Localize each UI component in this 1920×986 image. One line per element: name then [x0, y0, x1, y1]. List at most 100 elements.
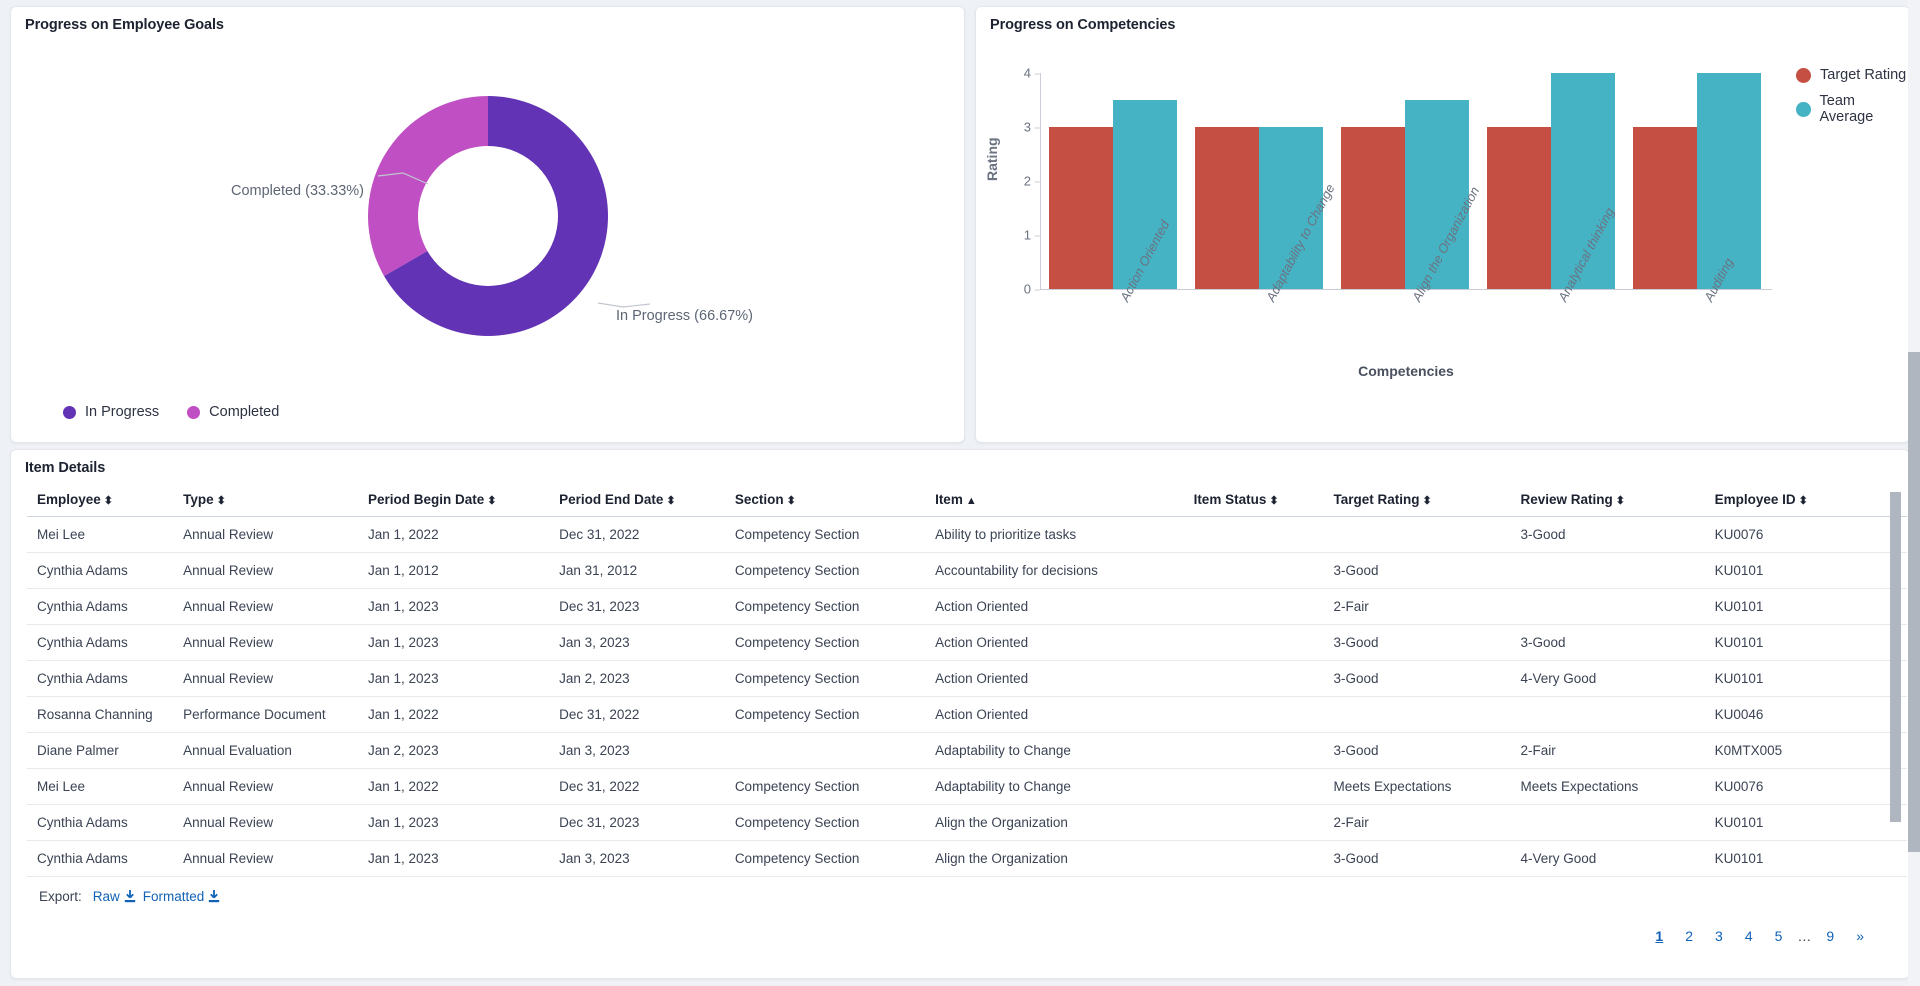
bar-team-average[interactable]	[1696, 73, 1762, 289]
export-raw-link[interactable]: Raw	[93, 889, 136, 904]
table-cell-type: Annual Review	[173, 588, 359, 625]
table-header-employee-id[interactable]: Employee ID ⬍	[1704, 484, 1907, 517]
pagination-page-2[interactable]: 2	[1674, 926, 1704, 946]
donut-slice-completed[interactable]	[367, 96, 488, 276]
table-cell-period-begin-date: Jan 1, 2023	[358, 660, 550, 697]
employee-goals-donut-chart[interactable]	[278, 51, 698, 381]
legend-dot-icon	[187, 405, 201, 419]
table-cell-review-rating: 3-Good	[1510, 624, 1705, 661]
table-cell-item: Align the Organization	[925, 840, 1184, 877]
sort-both-icon[interactable]: ⬍	[217, 495, 226, 507]
table-cell-period-end-date: Jan 31, 2012	[549, 552, 725, 589]
table-row[interactable]: Mei Lee Annual Review Jan 1, 2022 Dec 31, 2…	[27, 516, 1907, 553]
table-header-item-status[interactable]: Item Status ⬍	[1183, 484, 1324, 517]
table-row[interactable]: Cynthia Adams Annual Review Jan 1, 2023 Jan…	[27, 624, 1907, 661]
goals-card-title: Progress on Employee Goals	[25, 17, 224, 33]
table-header-section[interactable]: Section ⬍	[724, 484, 926, 517]
sort-both-icon[interactable]: ⬍	[1616, 495, 1625, 507]
legend-item-team-average[interactable]: Team Average	[1796, 93, 1909, 125]
legend-label: In Progress	[85, 404, 160, 420]
item-details-card: Item Details Employee ⬍ Type ⬍ Period Begin …	[10, 449, 1910, 979]
table-cell-period-end-date: Jan 3, 2023	[549, 840, 725, 877]
sort-both-icon[interactable]: ⬍	[787, 495, 796, 507]
table-cell-type: Annual Review	[173, 624, 359, 661]
export-formatted-link[interactable]: Formatted	[143, 889, 221, 904]
sort-both-icon[interactable]: ⬍	[1423, 495, 1432, 507]
table-cell-section: Competency Section	[724, 516, 926, 553]
table-row[interactable]: Cynthia Adams Annual Review Jan 1, 2023 Dec…	[27, 588, 1907, 625]
sort-both-icon[interactable]: ⬍	[1269, 495, 1278, 507]
sort-both-icon[interactable]: ⬍	[666, 495, 675, 507]
pagination-page-1[interactable]: 1	[1644, 926, 1674, 946]
legend-item-in-progress[interactable]: In Progress	[63, 404, 159, 420]
sort-both-icon[interactable]: ⬍	[104, 495, 113, 507]
table-cell-employee: Rosanna Channing	[27, 696, 174, 733]
sort-ascending-icon[interactable]: ▲	[966, 495, 977, 507]
table-header-type[interactable]: Type ⬍	[173, 484, 359, 517]
table-cell-item: Adaptability to Change	[925, 732, 1184, 769]
table-header-review-rating[interactable]: Review Rating ⬍	[1510, 484, 1705, 517]
table-row[interactable]: Diane Palmer Annual Evaluation Jan 2, 2023…	[27, 732, 1907, 769]
table-cell-target-rating: 2-Fair	[1323, 588, 1511, 625]
table-cell-type: Annual Review	[173, 768, 359, 805]
pagination-page-5[interactable]: 5	[1764, 926, 1794, 946]
table-cell-employee-id: KU0101	[1704, 660, 1907, 697]
sort-both-icon[interactable]: ⬍	[1799, 495, 1808, 507]
pagination-next-button[interactable]: »	[1845, 926, 1875, 946]
item-details-table-scroll[interactable]: Employee ⬍ Type ⬍ Period Begin Date ⬍ Period E…	[11, 484, 1909, 884]
table-header-period-end-date[interactable]: Period End Date ⬍	[549, 484, 725, 517]
bar-target-rating[interactable]	[1194, 127, 1259, 289]
table-cell-item-status	[1183, 552, 1324, 589]
table-row[interactable]: Cynthia Adams Annual Review Jan 1, 2023 Dec…	[27, 804, 1907, 841]
table-vertical-scrollbar[interactable]	[1890, 492, 1901, 880]
table-cell-section: Competency Section	[724, 552, 926, 589]
table-header-label: Employee ID	[1714, 492, 1796, 507]
table-cell-review-rating: Meets Expectations	[1510, 768, 1705, 805]
table-cell-review-rating	[1510, 552, 1705, 589]
table-cell-target-rating: 3-Good	[1323, 660, 1511, 697]
table-cell-item: Action Oriented	[925, 660, 1184, 697]
table-row[interactable]: Cynthia Adams Annual Review Jan 1, 2012 Jan…	[27, 552, 1907, 589]
table-cell-period-end-date: Dec 31, 2022	[549, 768, 725, 805]
scrollbar-thumb[interactable]	[1908, 352, 1920, 852]
table-cell-period-end-date: Dec 31, 2022	[549, 516, 725, 553]
page-vertical-scrollbar[interactable]	[1908, 0, 1920, 986]
table-header-label: Period End Date	[559, 492, 664, 507]
table-header-item[interactable]: Item ▲	[925, 484, 1184, 517]
table-header-employee[interactable]: Employee ⬍	[27, 484, 174, 517]
sort-both-icon[interactable]: ⬍	[487, 495, 496, 507]
scrollbar-thumb[interactable]	[1890, 492, 1901, 822]
pagination-page-9[interactable]: 9	[1815, 926, 1845, 946]
item-details-table: Employee ⬍ Type ⬍ Period Begin Date ⬍ Period E…	[27, 484, 1907, 877]
bar-chart-x-axis	[1040, 289, 1772, 290]
bar-target-rating[interactable]	[1486, 127, 1551, 289]
bar-target-rating[interactable]	[1340, 127, 1405, 289]
bar-target-rating[interactable]	[1048, 127, 1113, 289]
pagination-page-4[interactable]: 4	[1734, 926, 1764, 946]
table-cell-employee-id: KU0101	[1704, 552, 1907, 589]
table-cell-item: Adaptability to Change	[925, 768, 1184, 805]
table-header-target-rating[interactable]: Target Rating ⬍	[1323, 484, 1511, 517]
table-cell-period-end-date: Jan 3, 2023	[549, 624, 725, 661]
legend-item-completed[interactable]: Completed	[187, 404, 279, 420]
table-row[interactable]: Mei Lee Annual Review Jan 1, 2022 Dec 31, 2…	[27, 768, 1907, 805]
legend-label: Target Rating	[1820, 67, 1907, 83]
table-row[interactable]: Cynthia Adams Annual Review Jan 1, 2023 Jan…	[27, 840, 1907, 877]
bar-target-rating[interactable]	[1632, 127, 1697, 289]
table-header-period-begin-date[interactable]: Period Begin Date ⬍	[358, 484, 550, 517]
item-details-title: Item Details	[25, 460, 106, 476]
legend-item-target-rating[interactable]: Target Rating	[1796, 67, 1909, 83]
table-cell-period-begin-date: Jan 1, 2022	[358, 768, 550, 805]
bar-chart-y-tick: 2	[1024, 174, 1041, 189]
leader-line-in-progress	[597, 302, 650, 308]
bar-group	[1194, 73, 1324, 289]
table-cell-item: Align the Organization	[925, 804, 1184, 841]
table-cell-target-rating: 3-Good	[1323, 732, 1511, 769]
table-cell-employee: Cynthia Adams	[27, 552, 174, 589]
table-row[interactable]: Rosanna Channing Performance Document Jan …	[27, 696, 1907, 733]
table-row[interactable]: Cynthia Adams Annual Review Jan 1, 2023 Jan…	[27, 660, 1907, 697]
table-cell-type: Annual Review	[173, 840, 359, 877]
pagination-page-3[interactable]: 3	[1704, 926, 1734, 946]
export-row: Export: Raw Formatted	[39, 889, 220, 904]
bar-chart-x-axis-label: Competencies	[1358, 363, 1454, 379]
